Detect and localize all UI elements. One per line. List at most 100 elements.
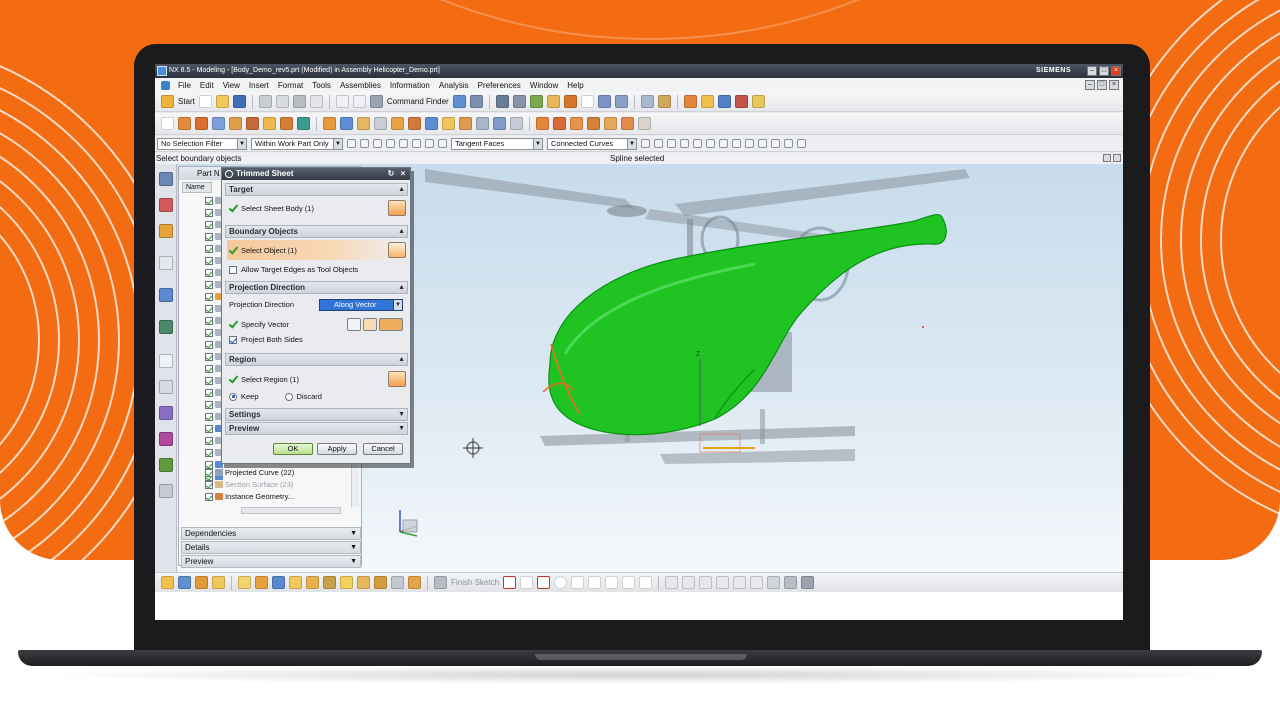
wcs-icon[interactable] [469, 95, 483, 108]
arc-icon[interactable] [537, 576, 551, 589]
cue-minimize-button[interactable] [1103, 154, 1111, 162]
system-materials-tab-icon[interactable] [159, 380, 173, 394]
rectangle-icon[interactable] [588, 576, 602, 589]
maximize-button[interactable]: □ [1099, 66, 1109, 76]
web-browser-tab-icon[interactable] [159, 320, 173, 334]
visibility-checkbox[interactable] [205, 364, 213, 373]
arc-center-snap-icon[interactable] [732, 139, 741, 148]
start-icon[interactable] [161, 95, 174, 108]
visibility-checkbox[interactable] [205, 492, 213, 501]
discard-radio[interactable] [284, 392, 293, 401]
graphics-window[interactable]: Z Part N Name Projected Curve (22) Secti… [155, 164, 1123, 572]
visibility-checkbox[interactable] [205, 244, 213, 253]
sketch-task-icon[interactable] [161, 576, 174, 589]
intersection-snap-icon[interactable] [719, 139, 728, 148]
box-select-icon[interactable] [412, 139, 421, 148]
line-snap-icon[interactable] [255, 576, 268, 589]
redo-icon[interactable] [352, 95, 366, 108]
thicken-icon[interactable] [442, 117, 455, 130]
command-finder-button[interactable]: Command Finder [387, 97, 449, 106]
menu-format[interactable]: Format [277, 81, 304, 90]
menu-view[interactable]: View [222, 81, 241, 90]
snap-point-icon[interactable] [360, 139, 369, 148]
pattern-curve-icon[interactable] [391, 576, 404, 589]
offset-surface-icon[interactable] [587, 117, 600, 130]
through-curves-icon[interactable] [476, 117, 489, 130]
binoculars-icon[interactable] [369, 95, 383, 108]
datum-plane-icon[interactable] [323, 117, 336, 130]
select-all-icon[interactable] [373, 139, 382, 148]
clip-view-icon[interactable] [614, 95, 628, 108]
cancel-button[interactable]: Cancel [363, 443, 403, 455]
selection-scope-dropdown[interactable]: Within Work Part Only ▼ [251, 137, 343, 150]
auto-constrain-icon[interactable] [750, 576, 764, 589]
doc-restore-button[interactable]: □ [1097, 80, 1107, 90]
mirror-icon[interactable] [357, 117, 370, 130]
delete-icon[interactable] [309, 95, 323, 108]
hole-icon[interactable] [229, 117, 242, 130]
projection-group-header[interactable]: Projection Direction ▲ [225, 281, 408, 294]
copy-icon[interactable] [275, 95, 289, 108]
select-sheet-body-button[interactable] [388, 200, 406, 216]
select-region-row[interactable]: Select Region (1) [227, 369, 407, 389]
analysis-icon[interactable] [717, 95, 731, 108]
existing-point-snap-icon[interactable] [758, 139, 767, 148]
circle-icon[interactable] [554, 576, 568, 589]
visibility-checkbox[interactable] [205, 412, 213, 421]
section-surface-row[interactable]: Section Surface (23) [205, 479, 293, 490]
component-icon[interactable] [438, 139, 447, 148]
visibility-checkbox[interactable] [205, 292, 213, 301]
history-tab-icon[interactable] [159, 354, 173, 368]
follow-fillet-icon[interactable] [654, 139, 663, 148]
process-studio-tab-icon[interactable] [159, 406, 173, 420]
n-sided-surface-icon[interactable] [621, 117, 634, 130]
deselect-icon[interactable] [386, 139, 395, 148]
menu-edit[interactable]: Edit [199, 81, 215, 90]
render-style-icon[interactable] [529, 95, 543, 108]
visibility-checkbox[interactable] [205, 268, 213, 277]
part-navigator-tab-icon[interactable] [159, 224, 173, 238]
visibility-checkbox[interactable] [205, 352, 213, 361]
menu-information[interactable]: Information [389, 81, 431, 90]
point-on-curve-snap-icon[interactable] [771, 139, 780, 148]
menu-assemblies[interactable]: Assemblies [339, 81, 382, 90]
mid-point-snap-icon[interactable] [693, 139, 702, 148]
bounded-grid-snap-icon[interactable] [797, 139, 806, 148]
offset-curve-icon[interactable] [374, 576, 387, 589]
start-button[interactable]: Start [178, 97, 195, 106]
cut-icon[interactable] [258, 95, 272, 108]
target-group-header[interactable]: Target ▲ [225, 183, 408, 196]
reuse-library-tab-icon[interactable] [159, 256, 173, 270]
menu-insert[interactable]: Insert [248, 81, 270, 90]
ok-button[interactable]: OK [273, 443, 313, 455]
finish-sketch-button[interactable]: Finish Sketch [451, 578, 499, 587]
doc-minimize-button[interactable]: – [1085, 80, 1095, 90]
visibility-checkbox[interactable] [205, 256, 213, 265]
cue-close-button[interactable] [1113, 154, 1121, 162]
visibility-checkbox[interactable] [205, 468, 213, 477]
visibility-checkbox[interactable] [205, 196, 213, 205]
section-view-icon[interactable] [597, 95, 611, 108]
view-icon[interactable] [178, 576, 191, 589]
chain-icon[interactable] [667, 139, 676, 148]
selection-filter-dropdown[interactable]: No Selection Filter ▼ [157, 137, 247, 150]
face-rule-dropdown[interactable]: Tangent Faces ▼ [451, 137, 543, 150]
chamfer-icon[interactable] [280, 117, 293, 130]
preview-group-header[interactable]: Preview ▼ [225, 422, 408, 435]
visibility-checkbox[interactable] [205, 388, 213, 397]
new-file-icon[interactable] [198, 95, 212, 108]
manufacturing-wizards-tab-icon[interactable] [159, 432, 173, 446]
roles-tab-icon[interactable] [159, 458, 173, 472]
studio-spline-icon[interactable] [605, 576, 619, 589]
dependencies-panel-header[interactable]: Dependencies ▼ [181, 527, 361, 540]
instance-geometry-icon[interactable] [215, 493, 223, 500]
close-button[interactable]: × [1111, 66, 1121, 76]
visibility-checkbox[interactable] [205, 220, 213, 229]
fuselage-sheet[interactable] [548, 214, 947, 436]
sew-icon[interactable] [510, 117, 523, 130]
menu-help[interactable]: Help [566, 81, 584, 90]
select-sheet-body-row[interactable]: Select Sheet Body (1) [227, 198, 407, 218]
quick-trim-icon[interactable] [665, 576, 679, 589]
point-on-face-snap-icon[interactable] [784, 139, 793, 148]
constraint-navigator-tab-icon[interactable] [159, 198, 173, 212]
